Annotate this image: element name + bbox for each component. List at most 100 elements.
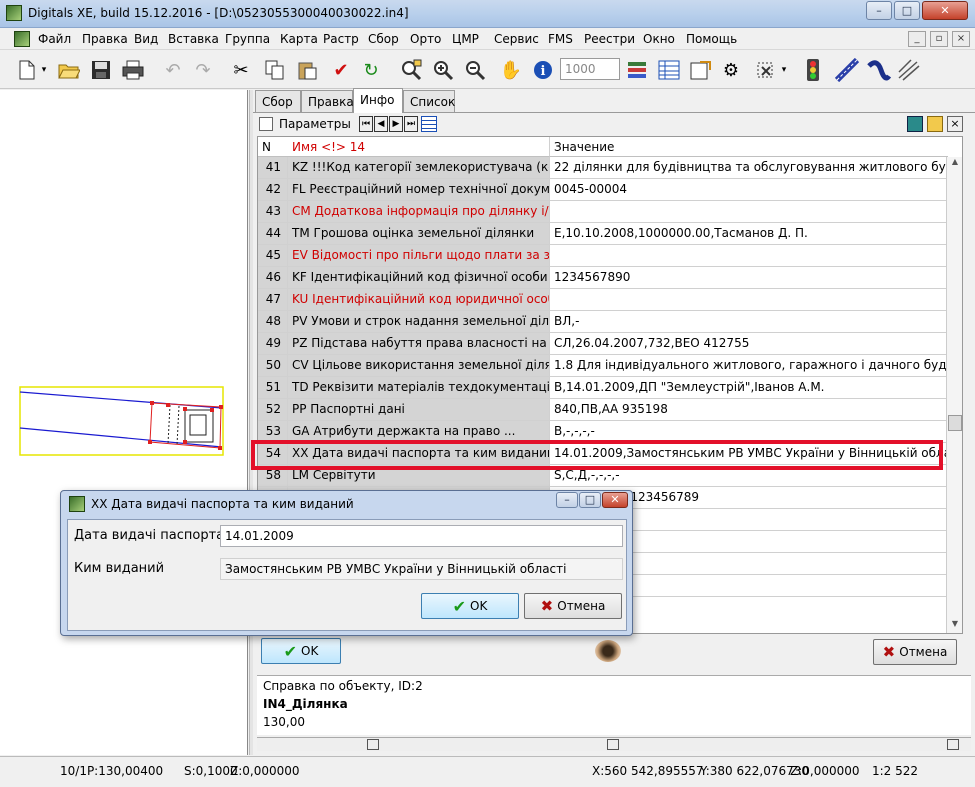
- tab-collect[interactable]: Сбор: [255, 90, 301, 112]
- scroll-up-icon[interactable]: ▲: [948, 157, 962, 171]
- split-handle-1[interactable]: [367, 739, 379, 750]
- panel-close-icon[interactable]: ×: [947, 116, 963, 132]
- mdi-minimize-button[interactable]: _: [908, 31, 926, 47]
- zoom-area-icon[interactable]: [398, 57, 424, 83]
- menu-dem[interactable]: ЦМР: [452, 32, 479, 46]
- undo-icon[interactable]: ↶: [160, 57, 186, 83]
- attribute-value-cell[interactable]: 0045-00004: [550, 179, 948, 201]
- attribute-value-cell[interactable]: СЛ,26.04.2007,732,ВЕО 412755: [550, 333, 948, 355]
- cut-icon[interactable]: ✂: [228, 57, 254, 83]
- check-icon[interactable]: ✔: [328, 57, 354, 83]
- row-number-cell[interactable]: 42: [258, 179, 288, 201]
- settings-gear-icon[interactable]: ⚙: [718, 57, 744, 83]
- next-record-icon[interactable]: ▶: [389, 116, 403, 132]
- attribute-value-cell[interactable]: [550, 201, 948, 223]
- refresh-icon[interactable]: ↻: [358, 57, 384, 83]
- split-handle-3[interactable]: [947, 739, 959, 750]
- attribute-name-cell[interactable]: KZ !!!Код категорії землекористувача (ко…: [288, 157, 550, 179]
- first-record-icon[interactable]: ⏮: [359, 116, 373, 132]
- tab-edit[interactable]: Правка: [301, 90, 354, 112]
- table-row[interactable]: 51 TD Реквізити матеріалів техдокументаці…: [258, 377, 948, 399]
- attribute-name-cell[interactable]: TD Реквізити матеріалів техдокументації: [288, 377, 550, 399]
- document-icon[interactable]: [14, 31, 30, 47]
- row-number-cell[interactable]: 48: [258, 311, 288, 333]
- select-dropdown-icon[interactable]: ▾: [778, 57, 790, 83]
- column-header-n[interactable]: N: [258, 137, 288, 157]
- eye-icon[interactable]: [595, 640, 621, 662]
- mdi-close-button[interactable]: ×: [952, 31, 970, 47]
- table-row[interactable]: 48 PV Умови и строк надання земельної діл…: [258, 311, 948, 333]
- attribute-name-cell[interactable]: KF Ідентифікаційний код фізичної особи: [288, 267, 550, 289]
- menu-window[interactable]: Окно: [643, 32, 675, 46]
- table-row[interactable]: 49 PZ Підстава набуття права власності на…: [258, 333, 948, 355]
- attribute-name-cell[interactable]: CM Додаткова інформація про ділянку і/аб…: [288, 201, 550, 223]
- table-row[interactable]: 50 CV Цільове використання земельної діля…: [258, 355, 948, 377]
- date-input[interactable]: 14.01.2009: [220, 525, 623, 547]
- calculator-icon[interactable]: [907, 116, 923, 132]
- wind-tool-icon[interactable]: [896, 57, 922, 83]
- table-row[interactable]: 42 FL Реєстраційний номер технічної докум…: [258, 179, 948, 201]
- row-number-cell[interactable]: 45: [258, 245, 288, 267]
- zoom-out-icon[interactable]: [462, 57, 488, 83]
- split-handle-2[interactable]: [607, 739, 619, 750]
- column-header-value[interactable]: Значение: [550, 137, 948, 157]
- scroll-down-icon[interactable]: ▼: [948, 619, 962, 633]
- panel-ok-button[interactable]: ✔ OK: [261, 638, 341, 664]
- paste-icon[interactable]: [294, 57, 320, 83]
- menu-registers[interactable]: Реестри: [584, 32, 635, 46]
- attribute-name-cell[interactable]: FL Реєстраційний номер технічної докумен…: [288, 179, 550, 201]
- issuer-input[interactable]: Замостянським РВ УМВС України у Вінницьк…: [220, 558, 623, 580]
- attribute-value-cell[interactable]: Е,10.10.2008,1000000.00,Тасманов Д. П.: [550, 223, 948, 245]
- dialog-close-button[interactable]: ✕: [602, 492, 628, 508]
- copy-icon[interactable]: [262, 57, 288, 83]
- menu-group[interactable]: Группа: [225, 32, 270, 46]
- table-row[interactable]: 44 TM Грошова оцінка земельної ділянки Е,1…: [258, 223, 948, 245]
- folder-star-icon[interactable]: [927, 116, 943, 132]
- attribute-value-cell[interactable]: 1234567890: [550, 267, 948, 289]
- close-button[interactable]: ✕: [922, 1, 968, 20]
- layers-icon[interactable]: [624, 57, 650, 83]
- attribute-value-cell[interactable]: 22 ділянки для будівництва та обслуговув…: [550, 157, 948, 179]
- attribute-name-cell[interactable]: KU Ідентифікаційний код юридичної особи …: [288, 289, 550, 311]
- attribute-name-cell[interactable]: PP Паспортні дані: [288, 399, 550, 421]
- menu-file[interactable]: Файл: [38, 32, 71, 46]
- attribute-name-cell[interactable]: PZ Підстава набуття права власності на з…: [288, 333, 550, 355]
- table-row[interactable]: 46 KF Ідентифікаційний код фізичної особи…: [258, 267, 948, 289]
- menu-fms[interactable]: FMS: [548, 32, 573, 46]
- prev-record-icon[interactable]: ◀: [374, 116, 388, 132]
- table-row[interactable]: 47 KU Ідентифікаційний код юридичної особ…: [258, 289, 948, 311]
- dialog-minimize-button[interactable]: –: [556, 492, 578, 508]
- row-number-cell[interactable]: 44: [258, 223, 288, 245]
- row-number-cell[interactable]: 47: [258, 289, 288, 311]
- row-number-cell[interactable]: 51: [258, 377, 288, 399]
- attribute-value-cell[interactable]: 1.8 Для індивідуального житлового, гараж…: [550, 355, 948, 377]
- mdi-restore-button[interactable]: ▫: [930, 31, 948, 47]
- attribute-value-cell[interactable]: [550, 289, 948, 311]
- column-header-name[interactable]: Имя <!> 14: [288, 137, 550, 157]
- last-record-icon[interactable]: ⏭: [404, 116, 418, 132]
- menu-map[interactable]: Карта: [280, 32, 318, 46]
- table-row[interactable]: 43 CM Додаткова інформація про ділянку і/…: [258, 201, 948, 223]
- menu-raster[interactable]: Растр: [323, 32, 359, 46]
- row-number-cell[interactable]: 49: [258, 333, 288, 355]
- attribute-value-cell[interactable]: 840,ПВ,АА 935198: [550, 399, 948, 421]
- dialog-ok-button[interactable]: ✔ OK: [421, 593, 519, 619]
- menu-collect[interactable]: Сбор: [368, 32, 399, 46]
- export-icon[interactable]: [688, 57, 714, 83]
- pan-hand-icon[interactable]: ✋: [498, 57, 524, 83]
- open-folder-icon[interactable]: [56, 57, 82, 83]
- row-number-cell[interactable]: 43: [258, 201, 288, 223]
- curve-tool-icon[interactable]: [866, 57, 892, 83]
- row-number-cell[interactable]: 50: [258, 355, 288, 377]
- road-tool-icon[interactable]: [834, 57, 860, 83]
- menu-insert[interactable]: Вставка: [168, 32, 219, 46]
- attribute-name-cell[interactable]: PV Умови и строк надання земельної діля: [288, 311, 550, 333]
- grid-scrollbar[interactable]: ▲ ▼: [946, 157, 962, 633]
- menu-service[interactable]: Сервис: [494, 32, 539, 46]
- new-dropdown-icon[interactable]: ▾: [38, 57, 50, 83]
- redo-icon[interactable]: ↷: [190, 57, 216, 83]
- new-file-icon[interactable]: [14, 57, 40, 83]
- menu-help[interactable]: Помощь: [686, 32, 737, 46]
- menu-edit[interactable]: Правка: [82, 32, 128, 46]
- print-icon[interactable]: [120, 57, 146, 83]
